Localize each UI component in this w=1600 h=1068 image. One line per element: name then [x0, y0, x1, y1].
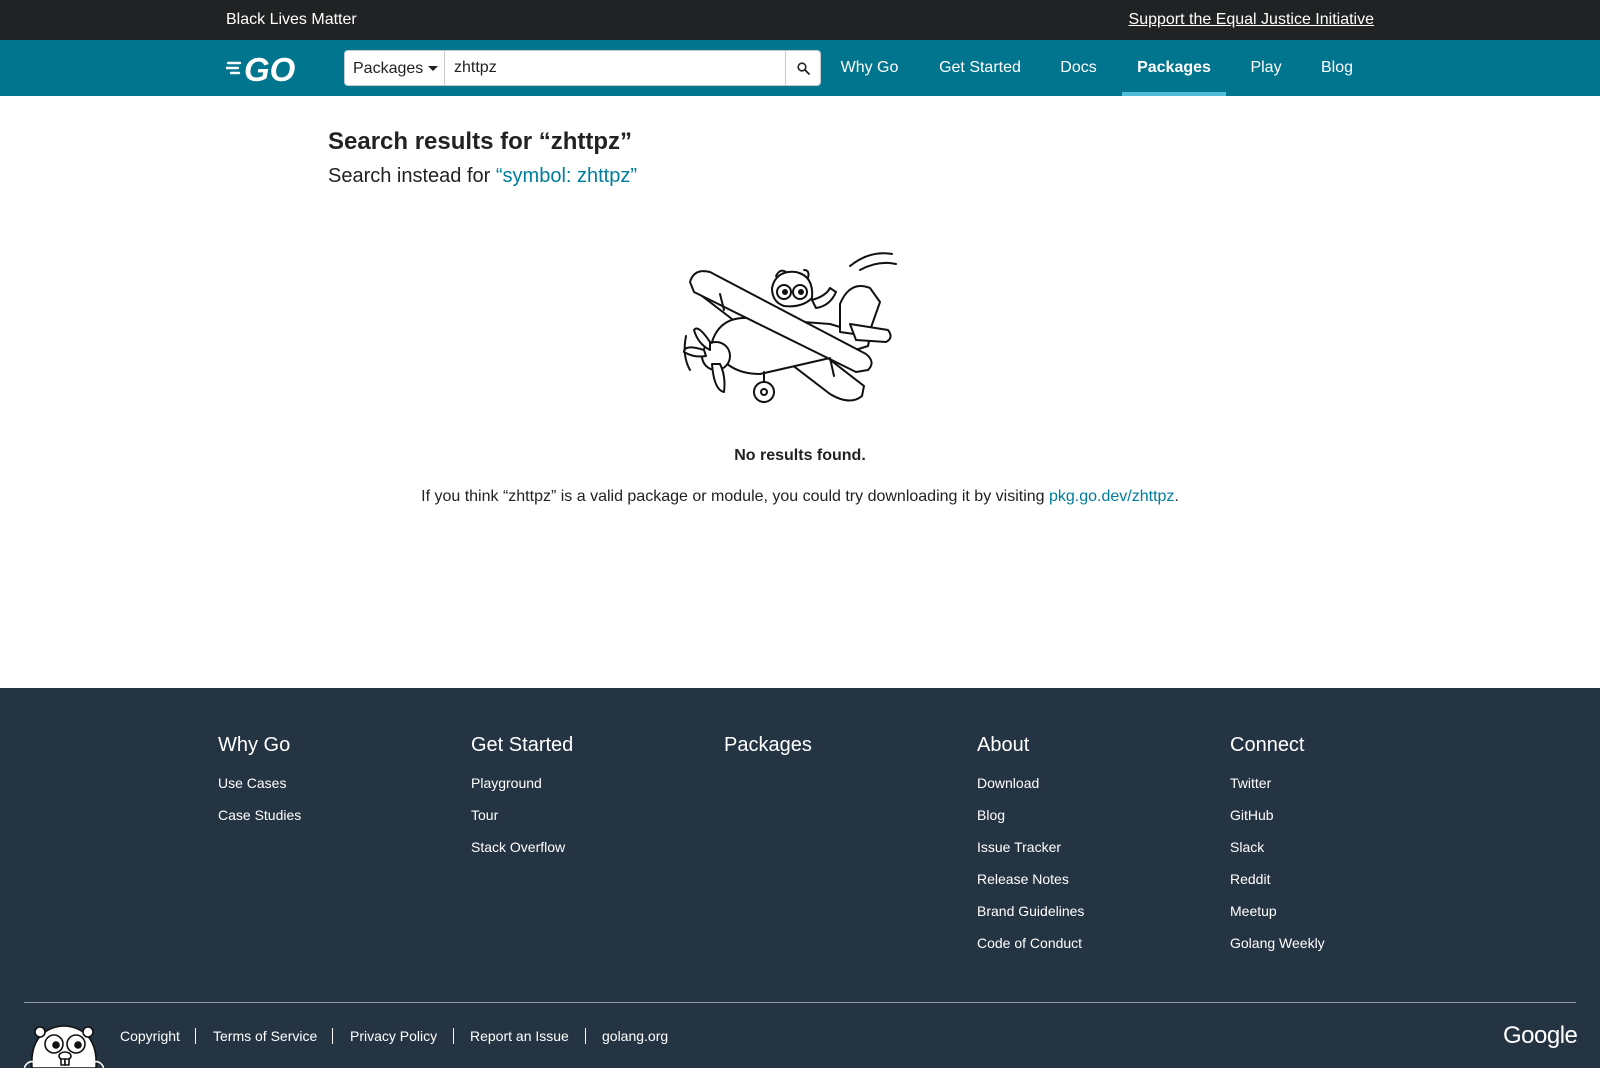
svg-text:GO: GO [244, 52, 296, 84]
report-issue-link[interactable]: Report an Issue [470, 1028, 569, 1044]
footer-link-golang-weekly[interactable]: Golang Weekly [1230, 934, 1325, 966]
footer-link-stack-overflow[interactable]: Stack Overflow [471, 838, 573, 870]
footer-column-about: About Download Blog Issue Tracker Releas… [977, 734, 1084, 966]
footer-column-why-go: Why Go Use Cases Case Studies [218, 734, 301, 838]
link-separator [195, 1028, 196, 1044]
footer-column-connect: Connect Twitter GitHub Slack Reddit Meet… [1230, 734, 1325, 966]
search-button[interactable] [785, 51, 820, 85]
footer-heading: Why Go [218, 734, 291, 756]
footer-link-use-cases[interactable]: Use Cases [218, 774, 301, 806]
footer-link-brand-guidelines[interactable]: Brand Guidelines [977, 902, 1084, 934]
footer-column-packages: Packages [724, 734, 812, 774]
gopher-icon [24, 1025, 104, 1068]
nav-docs[interactable]: Docs [1045, 40, 1112, 96]
link-separator [332, 1028, 333, 1044]
footer-column-get-started: Get Started Playground Tour Stack Overfl… [471, 734, 573, 870]
footer-heading: Get Started [471, 734, 574, 756]
footer-link-reddit[interactable]: Reddit [1230, 870, 1325, 902]
footer-link-slack[interactable]: Slack [1230, 838, 1325, 870]
footer-link-meetup[interactable]: Meetup [1230, 902, 1325, 934]
footer-link-release-notes[interactable]: Release Notes [977, 870, 1084, 902]
nav-why-go[interactable]: Why Go [825, 40, 914, 96]
banner-text: Black Lives Matter [226, 11, 357, 28]
footer-link-issue-tracker[interactable]: Issue Tracker [977, 838, 1084, 870]
equal-justice-link[interactable]: Support the Equal Justice Initiative [1129, 11, 1374, 29]
terms-link[interactable]: Terms of Service [213, 1028, 317, 1044]
golang-org-link[interactable]: golang.org [602, 1028, 668, 1044]
footer-heading: About [977, 734, 1030, 756]
link-separator [453, 1028, 454, 1044]
search-instead: Search instead for “symbol: zhttpz” [328, 165, 637, 188]
footer-divider [24, 1002, 1576, 1003]
footer-link-download[interactable]: Download [977, 774, 1084, 806]
go-logo-icon[interactable]: GO [224, 51, 310, 88]
footer-link-playground[interactable]: Playground [471, 774, 573, 806]
site-footer: Why Go Use Cases Case Studies Get Starte… [0, 688, 1600, 1068]
download-hint: If you think “zhttpz” is a valid package… [0, 488, 1600, 506]
hint-prefix: If you think “zhttpz” is a valid package… [421, 488, 1049, 505]
footer-link-twitter[interactable]: Twitter [1230, 774, 1325, 806]
pkg-link[interactable]: pkg.go.dev/zhttpz [1049, 488, 1174, 505]
footer-link-github[interactable]: GitHub [1230, 806, 1325, 838]
search-mode-select[interactable]: Packages [345, 51, 445, 85]
footer-heading: Connect [1230, 734, 1305, 756]
nav-get-started[interactable]: Get Started [923, 40, 1037, 96]
top-banner: Black Lives Matter Support the Equal Jus… [0, 0, 1600, 40]
link-separator [585, 1028, 586, 1044]
footer-link-blog[interactable]: Blog [977, 806, 1084, 838]
site-header: GO Packages zhttpz Why Go Get Started Do… [0, 40, 1600, 96]
copyright-link[interactable]: Copyright [120, 1028, 180, 1044]
privacy-link[interactable]: Privacy Policy [350, 1028, 437, 1044]
search-icon [797, 62, 810, 75]
footer-heading: Packages [724, 734, 812, 756]
symbol-search-link[interactable]: “symbol: zhttpz” [496, 165, 637, 187]
hint-suffix: . [1174, 488, 1179, 505]
page-title: Search results for “zhttpz” [328, 128, 633, 155]
google-logo[interactable]: Google [1503, 1022, 1578, 1050]
footer-link-code-of-conduct[interactable]: Code of Conduct [977, 934, 1084, 966]
no-results-message: No results found. [734, 447, 866, 464]
caret-down-icon [428, 66, 438, 71]
gopher-airplane-icon [683, 252, 897, 403]
footer-link-tour[interactable]: Tour [471, 806, 573, 838]
search-mode-label: Packages [353, 60, 424, 77]
search-bar: Packages zhttpz [344, 50, 821, 86]
search-instead-prefix: Search instead for [328, 165, 496, 187]
nav-blog[interactable]: Blog [1306, 40, 1368, 96]
nav-play[interactable]: Play [1236, 40, 1296, 96]
nav-packages[interactable]: Packages [1122, 40, 1226, 96]
footer-link-case-studies[interactable]: Case Studies [218, 806, 301, 838]
search-input[interactable]: zhttpz [454, 59, 497, 77]
